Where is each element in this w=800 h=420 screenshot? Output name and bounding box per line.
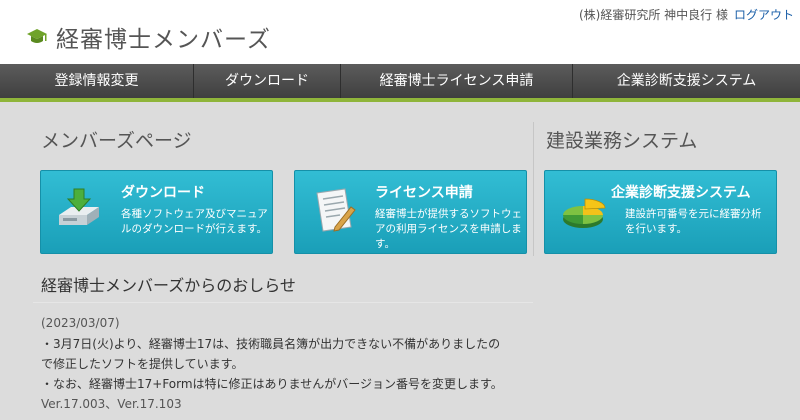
download-drive-icon	[59, 188, 99, 225]
news-line: ・なお、経審博士17+Formは特に修正はありませんがバージョン番号を変更します…	[41, 377, 503, 391]
diagnosis-card-desc: 建設許可番号を元に経審分析 を行います。	[625, 207, 762, 237]
logout-link[interactable]: ログアウト	[734, 8, 794, 22]
construction-section-title: 建設業務システム	[546, 130, 698, 152]
license-card-desc-line: アの利用ライセンスを申請しま	[375, 223, 522, 235]
diagnosis-card-desc-line: を行います。	[625, 223, 687, 235]
download-card[interactable]: ダウンロード 各種ソフトウェア及びマニュア ルのダウンロードが行えます。	[40, 170, 273, 254]
news-line: で修正したソフトを提供しています。	[41, 357, 244, 371]
nav-item-license[interactable]: 経審博士ライセンス申請	[341, 64, 573, 98]
license-card-desc-line: す。	[375, 238, 395, 250]
download-card-desc-line: ルのダウンロードが行えます。	[121, 223, 267, 235]
license-card-desc: 経審博士が提供するソフトウェ アの利用ライセンスを申請しま す。	[375, 207, 522, 252]
main-nav: 登録情報変更 ダウンロード 経審博士ライセンス申請 企業診断支援システム	[0, 64, 800, 102]
news-versions: Ver.17.003、Ver.17.103	[41, 397, 182, 411]
license-card-desc-line: 経審博士が提供するソフトウェ	[375, 208, 522, 220]
document-pen-icon	[316, 188, 356, 232]
logo[interactable]: 経審博士メンバーズ	[26, 20, 271, 54]
section-divider	[533, 122, 534, 256]
nav-item-download[interactable]: ダウンロード	[194, 64, 341, 98]
graduation-cap-icon	[27, 29, 47, 43]
download-card-title: ダウンロード	[121, 185, 205, 201]
news-date: (2023/03/07)	[41, 316, 120, 330]
user-name: (株)経審研究所 神中良行 様	[578, 8, 728, 22]
members-section-title: メンバーズページ	[41, 130, 192, 152]
nav-item-diagnosis[interactable]: 企業診断支援システム	[573, 64, 800, 98]
news-line: ・3月7日(火)より、経審博士17は、技術職員名簿が出力できない不備がありました…	[41, 337, 501, 351]
pie-chart-icon	[563, 198, 606, 228]
license-card[interactable]: ライセンス申請 経審博士が提供するソフトウェ アの利用ライセンスを申請しま す。	[294, 170, 527, 254]
logo-text: 経審博士メンバーズ	[56, 27, 271, 53]
license-card-title: ライセンス申請	[375, 185, 473, 201]
download-card-desc: 各種ソフトウェア及びマニュア ルのダウンロードが行えます。	[121, 207, 268, 237]
download-card-desc-line: 各種ソフトウェア及びマニュア	[121, 208, 268, 220]
diagnosis-card-desc-line: 建設許可番号を元に経審分析	[625, 208, 762, 220]
user-info: (株)経審研究所 神中良行 様ログアウト	[579, 6, 794, 23]
nav-item-registration[interactable]: 登録情報変更	[0, 64, 194, 98]
news-title: 経審博士メンバーズからのおしらせ	[41, 276, 296, 295]
news-divider	[33, 302, 533, 303]
news-body: (2023/03/07) ・3月7日(火)より、経審博士17は、技術職員名簿が出…	[41, 313, 531, 414]
header: 経審博士メンバーズ (株)経審研究所 神中良行 様ログアウト	[0, 0, 800, 64]
diagnosis-card[interactable]: 企業診断支援システム 建設許可番号を元に経審分析 を行います。	[544, 170, 777, 254]
diagnosis-card-title: 企業診断支援システム	[611, 185, 751, 201]
